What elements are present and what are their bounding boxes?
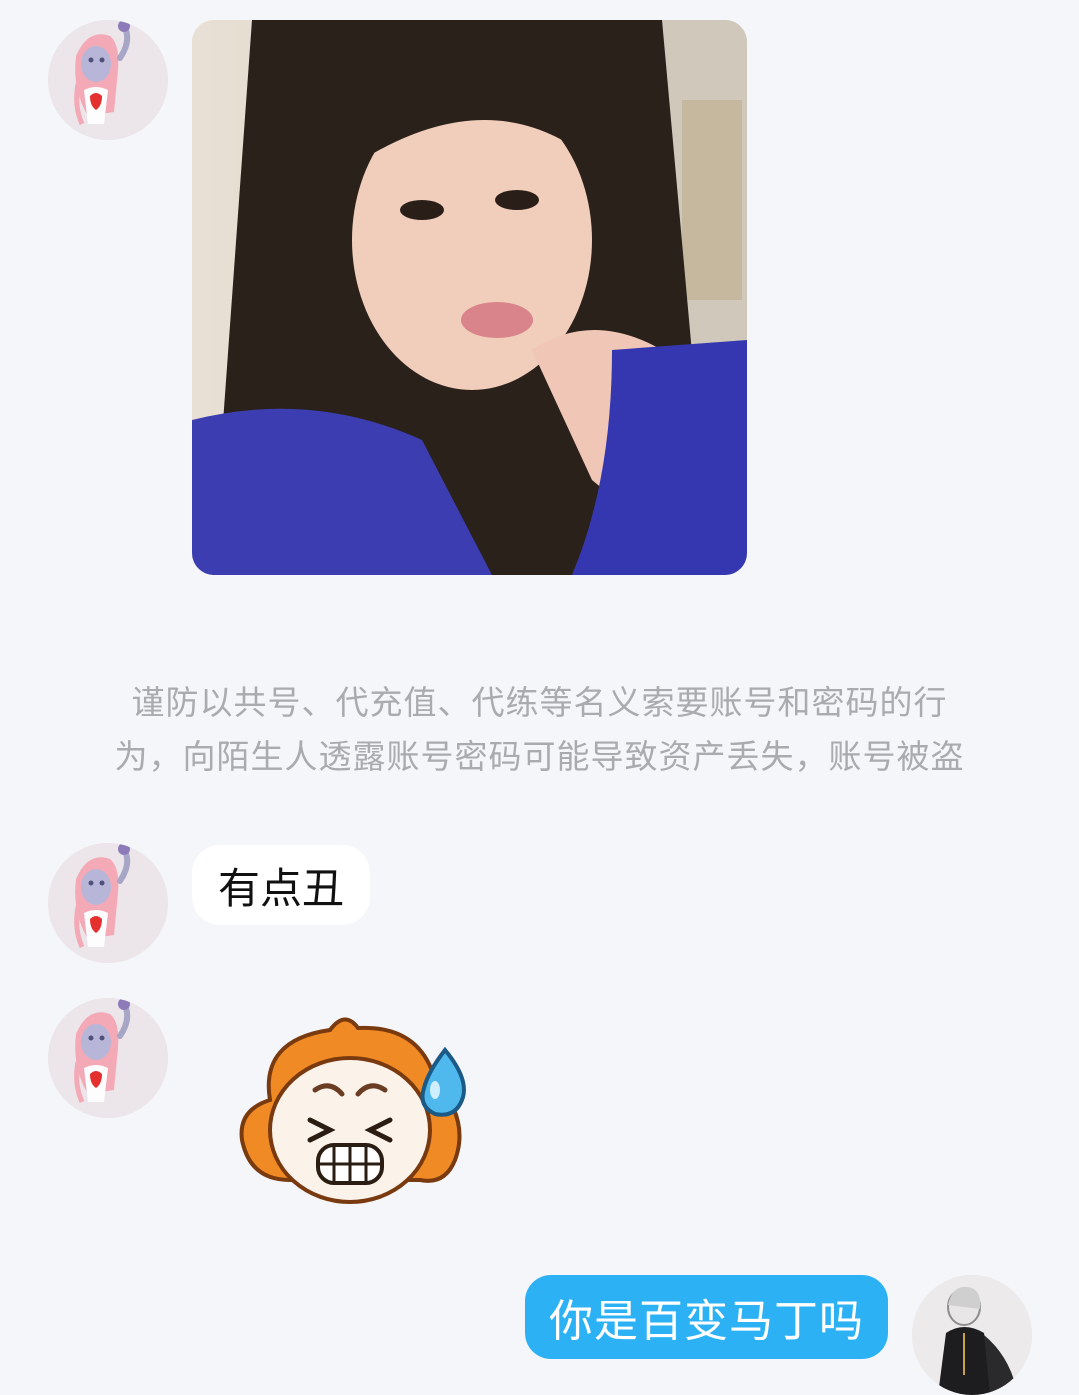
contact-avatar[interactable] (48, 843, 168, 963)
anime-girl-avatar-icon (48, 998, 168, 1118)
message-text: 有点丑 (218, 863, 345, 913)
contact-avatar[interactable] (48, 20, 168, 140)
incoming-text-bubble[interactable]: 有点丑 (192, 845, 371, 925)
contact-avatar[interactable] (48, 998, 168, 1118)
sweat-grimace-emoji-icon (239, 1017, 466, 1204)
sticker-message[interactable] (230, 1010, 480, 1210)
message-text: 你是百变马丁吗 (549, 1296, 864, 1347)
notice-line-1: 谨防以共号、代充值、代练等名义索要账号和密码的行 (131, 683, 948, 722)
selfie-photo-icon (192, 20, 747, 575)
notice-line-2: 为，向陌生人透露账号密码可能导致资产丢失，账号被盗 (114, 737, 965, 776)
image-message[interactable] (192, 20, 747, 575)
security-notice: 谨防以共号、代充值、代练等名义索要账号和密码的行 为，向陌生人透露账号密码可能导… (60, 676, 1019, 784)
outgoing-text-bubble[interactable]: 你是百变马丁吗 (525, 1275, 888, 1359)
anime-girl-avatar-icon (48, 843, 168, 963)
my-avatar[interactable] (912, 1275, 1032, 1395)
anime-girl-avatar-icon (48, 20, 168, 140)
dark-figure-avatar-icon (912, 1275, 1032, 1395)
